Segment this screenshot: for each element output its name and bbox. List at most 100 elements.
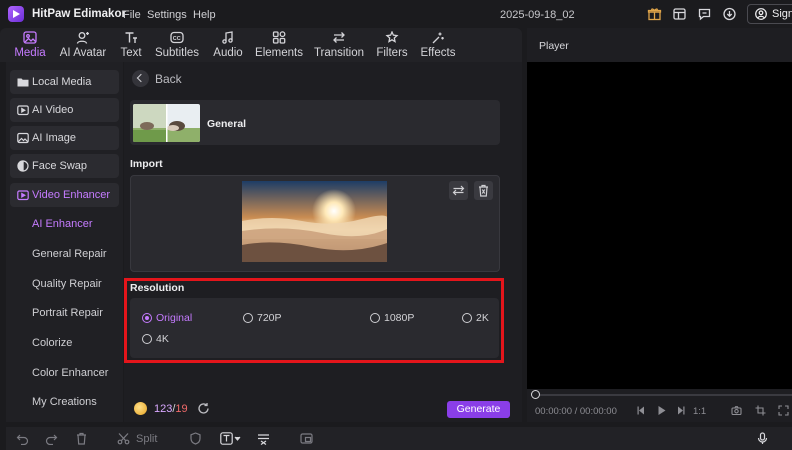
back-button[interactable] [132, 70, 149, 87]
split-label[interactable]: Split [136, 433, 157, 445]
sidebar-item-label: Video Enhancer [32, 189, 111, 201]
tab-transition[interactable]: Transition [312, 28, 366, 62]
sidebar-subitem-colorize[interactable]: Colorize [32, 337, 72, 349]
aspect-ratio-selector[interactable]: 1:1 [693, 406, 706, 417]
tab-label: Transition [313, 47, 365, 59]
imported-video-thumbnail [242, 181, 387, 262]
sidebar-item-label: AI Image [32, 132, 77, 144]
player-timecode: 00:00:00 / 00:00:00 [535, 406, 617, 417]
sidebar-item-label: Local Media [32, 76, 92, 88]
tab-subtitles[interactable]: CC Subtitles [152, 28, 202, 62]
sidebar-subitem-ai-enhancer[interactable]: AI Enhancer [32, 218, 93, 230]
prev-frame-icon[interactable] [636, 405, 647, 416]
delete-icon[interactable] [75, 432, 88, 445]
tab-label: Filters [376, 47, 408, 59]
player-title: Player [539, 40, 569, 52]
feedback-icon[interactable] [697, 7, 712, 21]
download-icon[interactable] [722, 7, 737, 21]
sign-in-label: Sign [772, 8, 792, 20]
scrubber-handle[interactable] [531, 390, 540, 399]
import-label: Import [130, 158, 163, 170]
back-label[interactable]: Back [155, 72, 182, 86]
ai-video-icon [17, 105, 29, 116]
sign-in-button[interactable]: Sign [747, 4, 792, 24]
picture-in-picture-icon[interactable] [300, 432, 313, 445]
tab-label: Subtitles [154, 47, 200, 59]
sidebar-item-label: AI Video [32, 104, 74, 116]
app-name: HitPaw Edimakor [32, 8, 126, 20]
resolution-highlight-box [124, 278, 504, 363]
app-logo-icon [8, 6, 24, 22]
text-tool-icon[interactable] [220, 432, 242, 445]
sidebar-item-video-enhancer[interactable]: Video Enhancer [10, 183, 119, 207]
redo-icon[interactable] [45, 432, 58, 445]
next-frame-icon[interactable] [675, 405, 686, 416]
play-icon[interactable] [656, 405, 667, 416]
tab-label: Text [120, 47, 142, 59]
menu-help[interactable]: Help [193, 9, 216, 21]
gift-icon[interactable] [647, 7, 662, 21]
fullscreen-icon[interactable] [778, 405, 789, 416]
tab-audio[interactable]: Audio [210, 28, 246, 62]
ai-avatar-icon [76, 32, 89, 44]
generate-button[interactable]: Generate [447, 401, 510, 418]
model-thumbnail [133, 104, 200, 142]
filters-icon [385, 31, 399, 43]
crop-icon[interactable] [755, 405, 766, 416]
sidebar-subitem-quality-repair[interactable]: Quality Repair [32, 278, 102, 290]
undo-icon[interactable] [16, 432, 29, 445]
ai-image-icon [17, 132, 29, 144]
credit-coin-icon [134, 402, 147, 415]
shield-icon[interactable] [189, 432, 202, 445]
tab-media[interactable]: Media [8, 28, 52, 62]
tab-label: Audio [213, 47, 243, 59]
player-preview [527, 62, 792, 389]
credits-used: 123 [154, 403, 173, 415]
menu-settings[interactable]: Settings [147, 9, 187, 21]
tab-ai-avatar[interactable]: AI Avatar [57, 28, 109, 62]
tab-effects[interactable]: Effects [418, 28, 458, 62]
document-title: 2025-09-18_02 [500, 9, 575, 21]
sidebar-subitem-portrait-repair[interactable]: Portrait Repair [32, 307, 103, 319]
sidebar-subitem-my-creations[interactable]: My Creations [32, 396, 97, 408]
tab-label: Elements [255, 47, 303, 59]
media-icon [23, 31, 37, 44]
refresh-icon[interactable] [197, 402, 210, 415]
sidebar-subitem-general-repair[interactable]: General Repair [32, 248, 107, 260]
asset-toolbar: Media AI Avatar Text CC Subtitles Audio … [0, 28, 522, 62]
tab-filters[interactable]: Filters [374, 28, 410, 62]
trash-icon[interactable] [474, 181, 493, 200]
sidebar-item-face-swap[interactable]: Face Swap [10, 154, 119, 178]
scissors-icon[interactable] [117, 432, 130, 445]
effects-icon [432, 32, 444, 44]
title-bar: HitPaw Edimakor File Settings Help 2025-… [0, 0, 792, 28]
sidebar-item-local-media[interactable]: Local Media [10, 70, 119, 94]
svg-text:CC: CC [173, 36, 181, 42]
tab-elements[interactable]: Elements [254, 28, 304, 62]
video-enhancer-icon [17, 190, 29, 201]
sidebar-item-label: Face Swap [32, 160, 88, 172]
sidebar-item-ai-image[interactable]: AI Image [10, 126, 119, 150]
sidebar-subitem-color-enhancer[interactable]: Color Enhancer [32, 367, 108, 379]
playback-scrubber[interactable] [535, 394, 792, 396]
snapshot-icon[interactable] [731, 405, 742, 416]
audio-icon [222, 31, 233, 44]
model-label: General [207, 118, 247, 130]
subtitles-icon: CC [170, 31, 184, 44]
credit-counter: 123/19 [154, 403, 188, 415]
text-icon [125, 32, 137, 43]
folder-icon [17, 78, 29, 87]
tab-label: AI Avatar [59, 47, 107, 59]
tab-label: Media [14, 47, 46, 59]
elements-icon [272, 31, 286, 44]
tab-label: Effects [420, 47, 456, 59]
microphone-icon[interactable] [756, 432, 769, 445]
replace-icon[interactable] [449, 181, 468, 200]
sidebar-item-ai-video[interactable]: AI Video [10, 98, 119, 122]
layout-icon[interactable] [672, 7, 687, 21]
transition-icon [333, 32, 345, 43]
menu-file[interactable]: File [123, 9, 141, 21]
credits-cost: 19 [175, 403, 188, 415]
trim-icon[interactable] [257, 432, 270, 445]
tab-text[interactable]: Text [116, 28, 146, 62]
